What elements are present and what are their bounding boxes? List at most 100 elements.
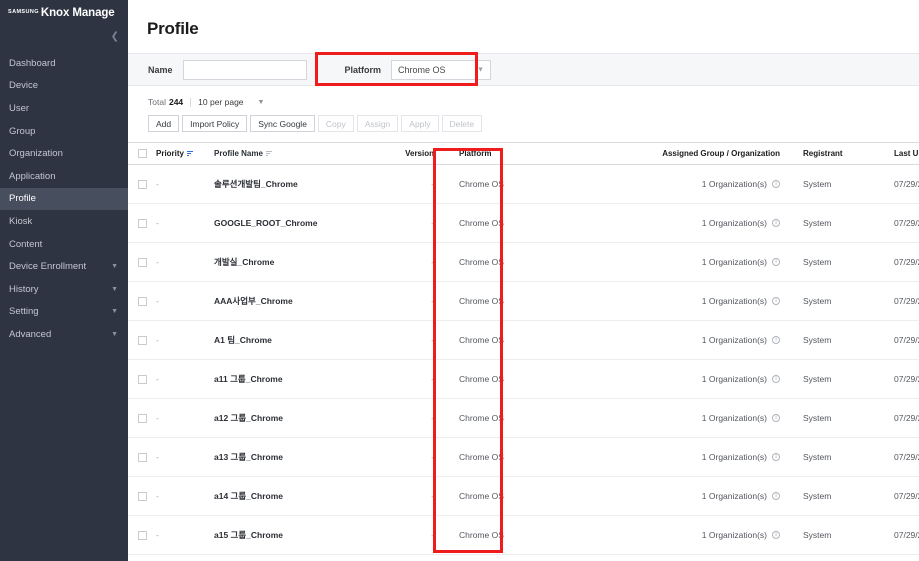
cell-profile-name[interactable]: a15 그룹_Chrome	[214, 529, 394, 541]
info-icon[interactable]: i	[772, 258, 780, 266]
sidebar-item-organization[interactable]: Organization	[0, 142, 128, 165]
row-select-cell	[128, 374, 156, 384]
assigned-group-text: 1 Organization(s)	[701, 257, 767, 267]
info-icon[interactable]: i	[772, 414, 780, 422]
sidebar-item-content[interactable]: Content	[0, 233, 128, 256]
cell-priority: -	[156, 452, 159, 462]
table-row[interactable]: - a13 그룹_Chrome - Chrome OS 1 Organization(s…	[128, 438, 919, 477]
cell-profile-name[interactable]: A1 팀_Chrome	[214, 334, 394, 346]
brand-product-text: Knox Manage	[40, 7, 115, 19]
row-checkbox[interactable]	[137, 296, 147, 306]
table-row[interactable]: - A1 팀_Chrome - Chrome OS 1 Organization(s) i…	[128, 321, 919, 360]
column-header-last-updated[interactable]: Last Updated	[876, 149, 919, 158]
chevron-down-icon: ▼	[111, 330, 118, 338]
assigned-group-text: 1 Organization(s)	[701, 218, 767, 228]
sidebar-item-label: Group	[9, 125, 36, 137]
sort-icon[interactable]	[265, 151, 272, 156]
table-row[interactable]: - 솔루션개발팀_Chrome - Chrome OS 1 Organization(s…	[128, 165, 919, 204]
cell-profile-name[interactable]: a11 그룹_Chrome	[214, 373, 394, 385]
table-row[interactable]: - a14 그룹_Chrome - Chrome OS 1 Organization(s…	[128, 477, 919, 516]
sidebar-item-advanced[interactable]: Advanced ▼	[0, 323, 128, 346]
assigned-group-text: 1 Organization(s)	[701, 179, 767, 189]
assigned-group-text: 1 Organization(s)	[701, 530, 767, 540]
sidebar-item-label: Device Enrollment	[9, 261, 87, 273]
cell-assigned-group: 1 Organization(s) i	[610, 296, 780, 306]
import-policy-button[interactable]: Import Policy	[182, 115, 248, 132]
table-row[interactable]: - AAA사업부_Chrome - Chrome OS 1 Organization(s…	[128, 282, 919, 321]
cell-profile-name[interactable]: a13 그룹_Chrome	[214, 451, 394, 463]
cell-version: -	[431, 452, 434, 462]
cell-version: -	[431, 530, 434, 540]
cell-profile-name[interactable]: 솔루션개발팀_Chrome	[214, 178, 394, 190]
sidebar-item-user[interactable]: User	[0, 97, 128, 120]
sort-icon[interactable]	[187, 151, 194, 156]
row-checkbox[interactable]	[137, 413, 147, 423]
cell-platform: Chrome OS	[459, 257, 504, 267]
row-checkbox[interactable]	[137, 218, 147, 228]
sidebar-item-setting[interactable]: Setting ▼	[0, 301, 128, 324]
sidebar-item-device-enrollment[interactable]: Device Enrollment ▼	[0, 255, 128, 278]
column-header-profile-name[interactable]: Profile Name	[214, 149, 394, 158]
cell-last-updated: 07/29/2021 18:25:50	[894, 374, 919, 384]
sidebar-item-device[interactable]: Device	[0, 75, 128, 98]
sidebar-item-application[interactable]: Application	[0, 165, 128, 188]
row-checkbox[interactable]	[137, 530, 147, 540]
info-icon[interactable]: i	[772, 531, 780, 539]
cell-assigned-group: 1 Organization(s) i	[610, 179, 780, 189]
info-icon[interactable]: i	[772, 453, 780, 461]
cell-profile-name[interactable]: 개발실_Chrome	[214, 256, 394, 268]
cell-assigned-group: 1 Organization(s) i	[610, 335, 780, 345]
cell-profile-name[interactable]: GOOGLE_ROOT_Chrome	[214, 218, 394, 228]
sidebar-nav: Dashboard Device User Group Organization…	[0, 52, 128, 346]
brand-logo[interactable]: SAMSUNG Knox Manage	[0, 0, 128, 26]
platform-select[interactable]: Chrome OS ▼	[391, 59, 492, 80]
sidebar-item-label: History	[9, 283, 39, 295]
cell-last-updated: 07/29/2021 18:25:50	[894, 257, 919, 267]
brand-samsung-text: SAMSUNG	[8, 9, 39, 15]
cell-platform: Chrome OS	[459, 179, 504, 189]
row-checkbox[interactable]	[137, 257, 147, 267]
table-row[interactable]: - GOOGLE_ROOT_Chrome - Chrome OS 1 Organizat…	[128, 204, 919, 243]
chevron-down-icon: ▼	[477, 66, 485, 73]
cell-assigned-group: 1 Organization(s) i	[610, 218, 780, 228]
chevron-left-icon[interactable]: ❮	[111, 32, 119, 42]
per-page-label[interactable]: 10 per page	[198, 97, 243, 107]
column-header-priority[interactable]: Priority	[156, 149, 214, 158]
info-icon[interactable]: i	[772, 492, 780, 500]
sync-google-button[interactable]: Sync Google	[250, 115, 315, 132]
cell-profile-name[interactable]: a12 그룹_Chrome	[214, 412, 394, 424]
sidebar-item-dashboard[interactable]: Dashboard	[0, 52, 128, 75]
sidebar-item-label: Device	[9, 80, 39, 92]
row-select-cell	[128, 452, 156, 462]
cell-version: -	[431, 179, 434, 189]
row-checkbox[interactable]	[137, 179, 147, 189]
info-icon[interactable]: i	[772, 180, 780, 188]
cell-profile-name[interactable]: a14 그룹_Chrome	[214, 490, 394, 502]
select-all-checkbox[interactable]	[137, 149, 147, 158]
chevron-down-icon[interactable]: ▼	[258, 99, 265, 106]
name-search-input[interactable]	[182, 59, 307, 80]
row-checkbox[interactable]	[137, 374, 147, 384]
platform-select-value: Chrome OS	[398, 64, 446, 75]
cell-profile-name[interactable]: AAA사업부_Chrome	[214, 295, 394, 307]
table-row[interactable]: - a11 그룹_Chrome - Chrome OS 1 Organization(s…	[128, 360, 919, 399]
row-checkbox[interactable]	[137, 491, 147, 501]
table-row[interactable]: - a12 그룹_Chrome - Chrome OS 1 Organization(s…	[128, 399, 919, 438]
sidebar-item-kiosk[interactable]: Kiosk	[0, 210, 128, 233]
table-row[interactable]: - 개발실_Chrome - Chrome OS 1 Organization(s) i S…	[128, 243, 919, 282]
sidebar-item-profile[interactable]: Profile	[0, 187, 128, 211]
add-button[interactable]: Add	[148, 115, 180, 132]
table-row[interactable]: - a15 그룹_Chrome - Chrome OS 1 Organization(s…	[128, 516, 919, 555]
row-checkbox[interactable]	[137, 452, 147, 462]
column-header-label: Last Updated	[894, 149, 919, 158]
sidebar-item-history[interactable]: History ▼	[0, 278, 128, 301]
row-checkbox[interactable]	[137, 335, 147, 345]
info-icon[interactable]: i	[772, 297, 780, 305]
table-meta-row: Total 244 10 per page ▼	[128, 86, 919, 107]
info-icon[interactable]: i	[772, 219, 780, 227]
sidebar-item-group[interactable]: Group	[0, 120, 128, 143]
info-icon[interactable]: i	[772, 336, 780, 344]
cell-last-updated: 07/29/2021 18:25:50	[894, 179, 919, 189]
info-icon[interactable]: i	[772, 375, 780, 383]
sidebar-item-label: Content	[9, 238, 43, 250]
